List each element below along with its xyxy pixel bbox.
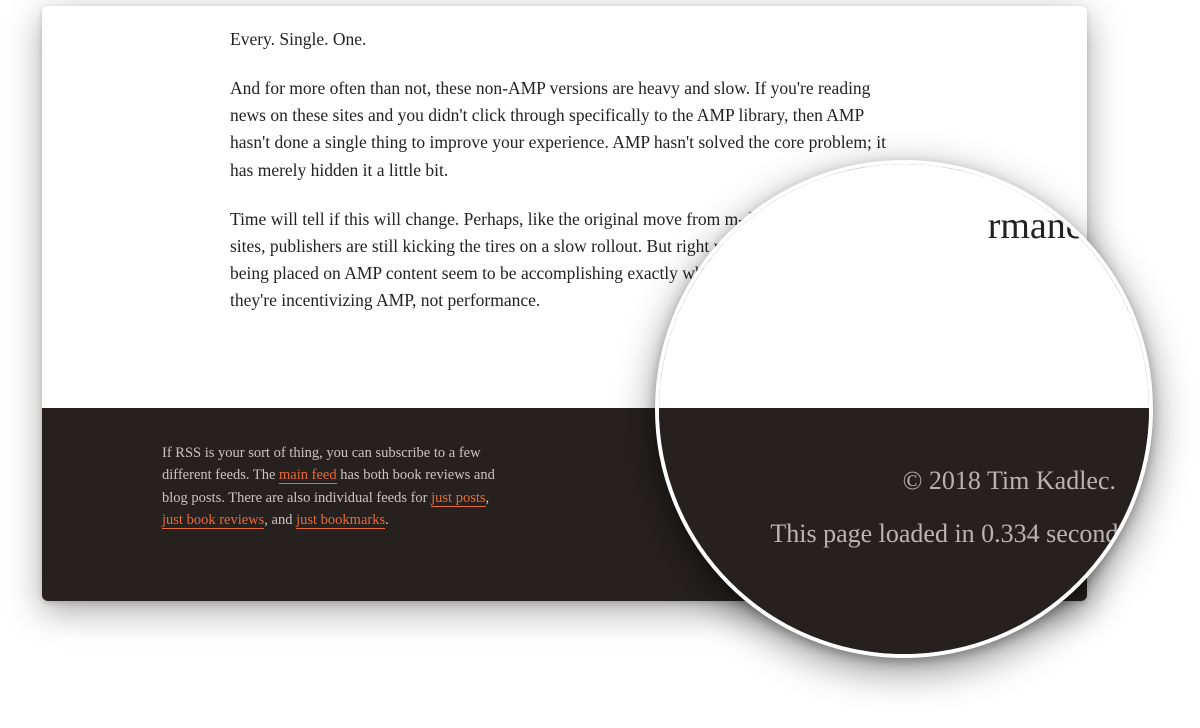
just-book-reviews-link[interactable]: just book reviews — [162, 512, 264, 529]
just-bookmarks-link[interactable]: just bookmarks — [296, 512, 385, 529]
main-feed-link[interactable]: main feed — [279, 467, 337, 484]
article-paragraph: Every. Single. One. — [230, 26, 887, 53]
magnifier-content: rmance. © 2018 Tim Kadlec. This page loa… — [659, 164, 1149, 654]
footer-rss-text: If RSS is your sort of thing, you can su… — [162, 442, 502, 601]
magnifier-white-region: rmance. — [659, 164, 1149, 408]
magnified-heading-fragment: rmance. — [988, 204, 1109, 248]
footer-text: . — [385, 512, 389, 528]
magnified-load-time: This page loaded in 0.334 seconds. — [770, 519, 1135, 549]
just-posts-link[interactable]: just posts — [431, 490, 485, 507]
magnifier-zoom: rmance. © 2018 Tim Kadlec. This page loa… — [655, 160, 1153, 658]
footer-text: , and — [264, 512, 296, 528]
magnified-copyright: © 2018 Tim Kadlec. — [903, 466, 1116, 496]
footer-text: , — [486, 490, 490, 506]
